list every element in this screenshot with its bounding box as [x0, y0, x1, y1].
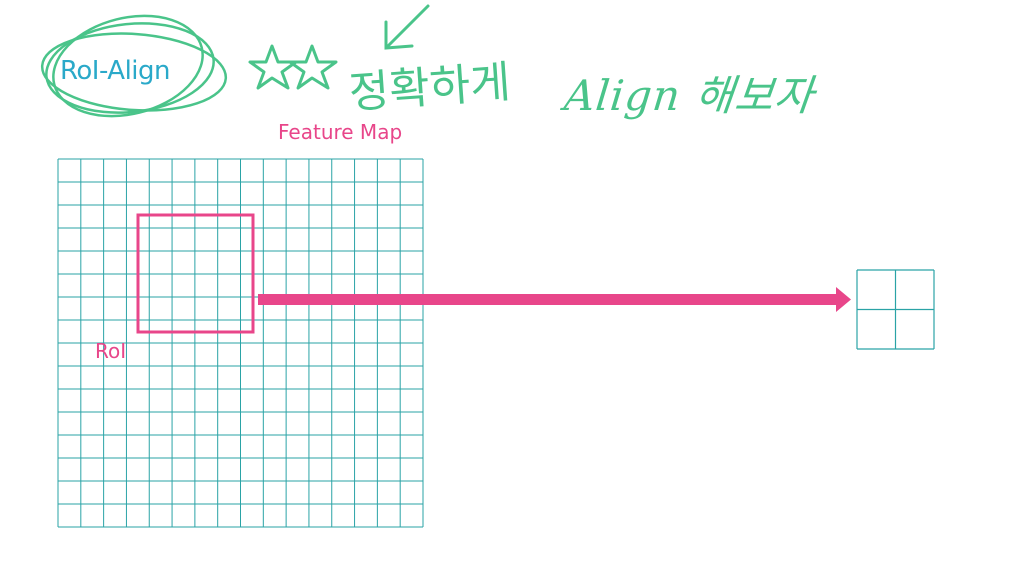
output-pooled-grid: [856, 269, 935, 350]
star-doodle-icons: [248, 44, 338, 90]
roi-label: RoI: [95, 339, 127, 363]
star-icon: [248, 44, 298, 90]
handwritten-arrow-icon: [384, 4, 430, 50]
title-roi-align: RoI-Align: [60, 56, 171, 86]
feature-map-label: Feature Map: [278, 120, 403, 144]
mapping-arrow: [258, 287, 851, 312]
handwritten-note: Align 해보자: [562, 71, 817, 120]
diagram-canvas: [40, 4, 935, 528]
star-icon: [288, 44, 338, 90]
